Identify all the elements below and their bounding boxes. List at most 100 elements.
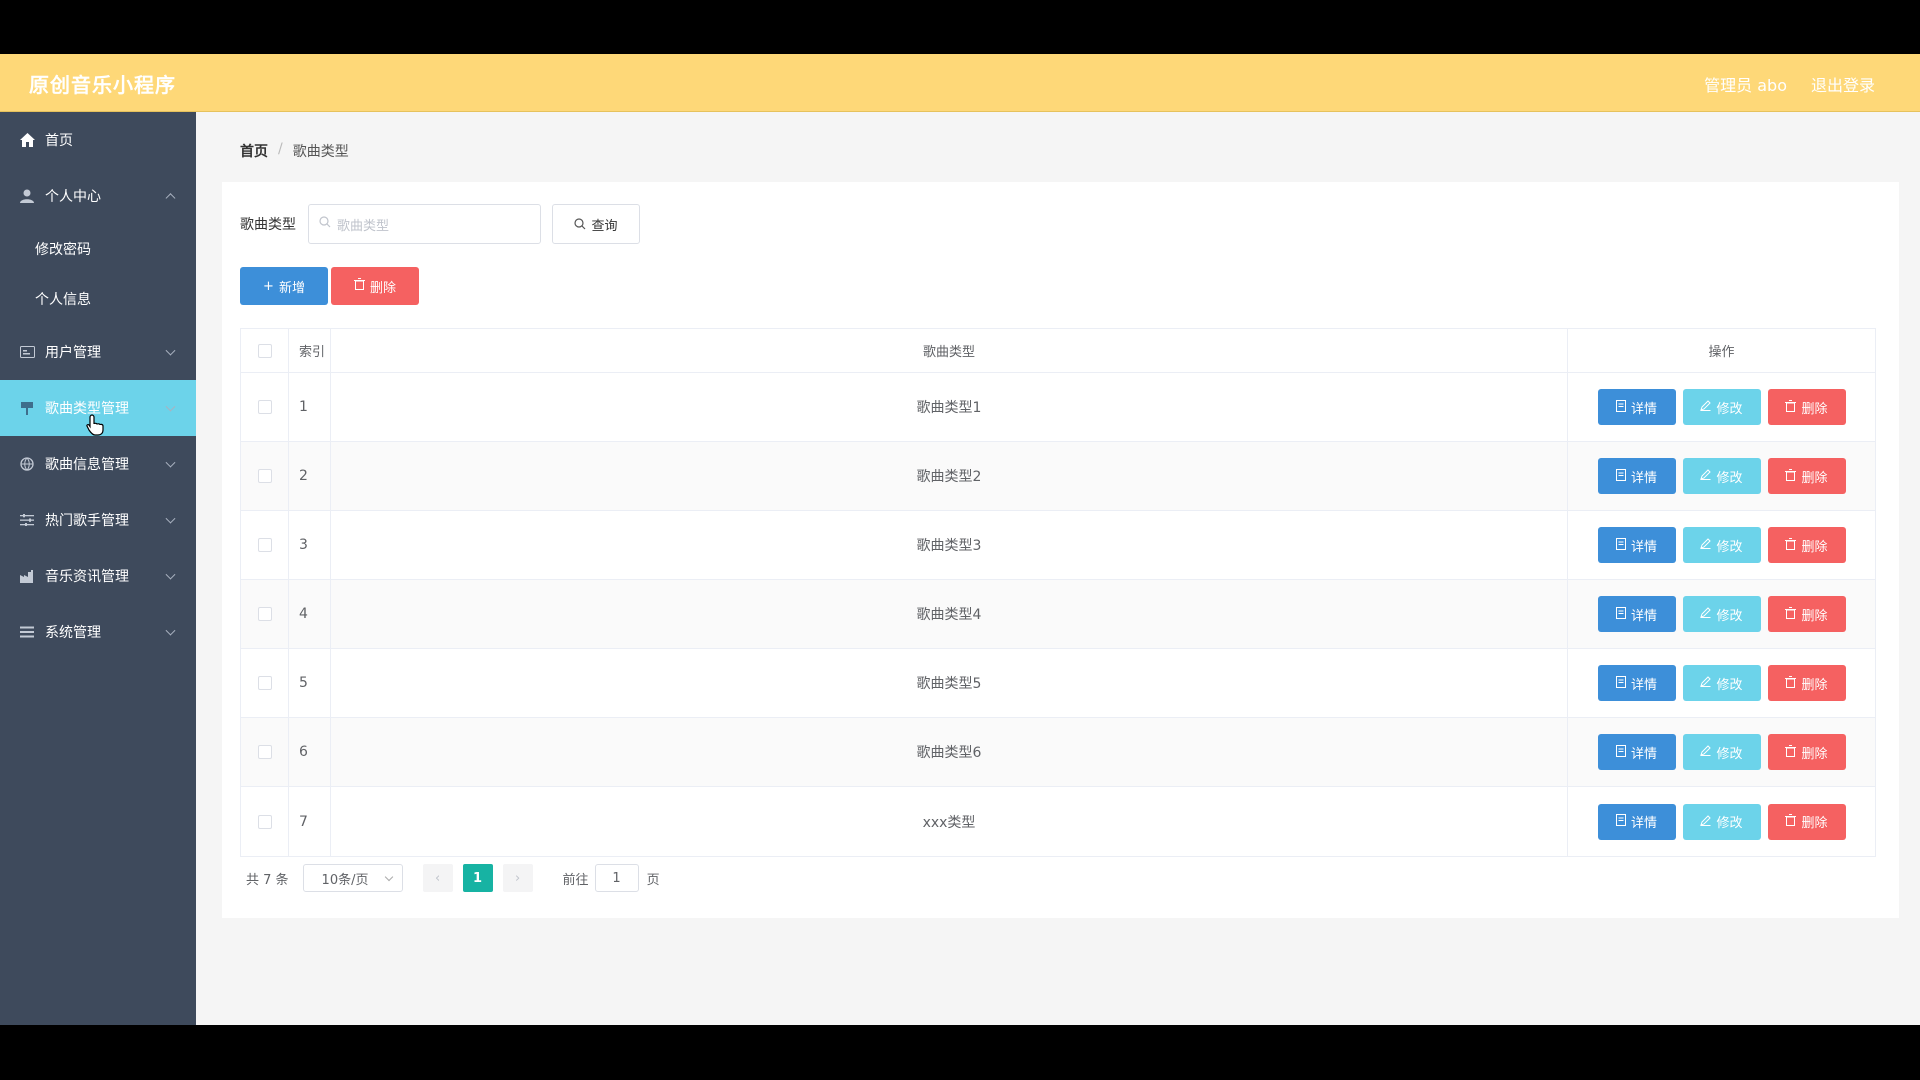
select-all-checkbox[interactable] <box>257 343 272 358</box>
table-row: 4 歌曲类型4 详情 修改 删除 <box>241 580 1875 649</box>
logout-link[interactable]: 退出登录 <box>1811 72 1875 96</box>
detail-button[interactable]: 详情 <box>1597 803 1676 840</box>
add-button[interactable]: + 新增 <box>240 267 328 305</box>
row-checkbox[interactable] <box>257 814 272 829</box>
sidebar-item-song-info-management[interactable]: 歌曲信息管理 <box>0 436 196 492</box>
detail-button[interactable]: 详情 <box>1597 596 1676 632</box>
row-actions: 详情 修改 删除 <box>1568 787 1875 856</box>
edit-button[interactable]: 修改 <box>1682 527 1761 563</box>
row-checkbox[interactable] <box>257 538 272 552</box>
delete-button-label: 删除 <box>1801 539 1828 555</box>
delete-button-label: 删除 <box>1801 401 1828 417</box>
delete-button[interactable]: 删除 <box>1767 389 1846 425</box>
header-type: 歌曲类型 <box>331 329 1568 372</box>
plus-icon: + <box>263 278 274 294</box>
row-song-type: 歌曲类型2 <box>331 442 1568 510</box>
sliders-icon <box>19 512 35 528</box>
row-checkbox[interactable] <box>257 676 272 690</box>
sidebar-item-music-news-management[interactable]: 音乐资讯管理 <box>0 548 196 604</box>
detail-button[interactable]: 详情 <box>1597 734 1676 770</box>
row-checkbox[interactable] <box>257 745 272 759</box>
row-checkbox[interactable] <box>257 607 272 621</box>
goto-page-input[interactable]: 1 <box>594 864 639 892</box>
prev-page-button[interactable]: ‹ <box>422 864 453 892</box>
chevron-down-icon <box>165 401 176 412</box>
row-checkbox-cell <box>241 718 289 786</box>
detail-button-label: 详情 <box>1630 401 1657 417</box>
trash-icon <box>1785 675 1797 691</box>
edit-button[interactable]: 修改 <box>1682 665 1761 701</box>
delete-button[interactable]: 删除 <box>1767 458 1846 494</box>
row-actions: 详情 修改 删除 <box>1568 580 1875 648</box>
delete-button-label: 删除 <box>1801 470 1828 486</box>
row-checkbox-cell <box>241 787 289 856</box>
trash-icon <box>353 278 365 294</box>
detail-button[interactable]: 详情 <box>1597 458 1676 494</box>
delete-button-label: 删除 <box>1801 746 1828 762</box>
edit-button[interactable]: 修改 <box>1682 734 1761 770</box>
page-unit-label: 页 <box>646 872 660 888</box>
trash-icon <box>1785 744 1797 760</box>
document-icon <box>1615 814 1626 829</box>
mouse-pointer-icon <box>86 414 104 440</box>
row-song-type: 歌曲类型3 <box>331 511 1568 579</box>
search-input[interactable]: 歌曲类型 <box>308 204 541 244</box>
row-actions: 详情 修改 删除 <box>1568 649 1875 717</box>
sidebar-subitem-change-password[interactable]: 修改密码 <box>0 224 196 274</box>
page-number-current[interactable]: 1 <box>462 864 493 892</box>
query-button[interactable]: 查询 <box>552 204 640 244</box>
breadcrumb-home[interactable]: 首页 <box>240 141 268 161</box>
row-index: 7 <box>289 787 331 856</box>
chevron-right-icon: › <box>514 870 521 886</box>
delete-button[interactable]: 删除 <box>1767 665 1846 701</box>
sidebar-subitem-personal-info[interactable]: 个人信息 <box>0 274 196 324</box>
row-actions: 详情 修改 删除 <box>1568 718 1875 786</box>
chevron-down-icon <box>384 872 393 882</box>
edit-button[interactable]: 修改 <box>1682 389 1761 425</box>
sidebar-item-system-management[interactable]: 系统管理 <box>0 604 196 660</box>
delete-button[interactable]: 删除 <box>1767 734 1846 770</box>
edit-button[interactable]: 修改 <box>1682 596 1761 632</box>
detail-button-label: 详情 <box>1630 677 1657 693</box>
app-title: 原创音乐小程序 <box>29 73 176 97</box>
sidebar-item-personal-center[interactable]: 个人中心 <box>0 168 196 224</box>
detail-button-label: 详情 <box>1630 608 1657 624</box>
delete-button[interactable]: 删除 <box>1767 803 1846 840</box>
batch-delete-button[interactable]: 删除 <box>331 267 419 305</box>
home-icon <box>19 132 35 148</box>
chevron-down-icon <box>165 513 176 524</box>
sidebar-item-user-management[interactable]: 用户管理 <box>0 324 196 380</box>
sidebar-item-label: 个人中心 <box>45 189 101 205</box>
sidebar-item-hot-singer-management[interactable]: 热门歌手管理 <box>0 492 196 548</box>
detail-button-label: 详情 <box>1630 746 1657 762</box>
document-icon <box>1615 468 1626 484</box>
admin-user-label[interactable]: 管理员 abo <box>1704 72 1787 96</box>
row-checkbox[interactable] <box>257 400 272 414</box>
sidebar-subitem-label: 个人信息 <box>35 292 91 308</box>
detail-button[interactable]: 详情 <box>1597 665 1676 701</box>
sidebar-item-home[interactable]: 首页 <box>0 112 196 168</box>
next-page-button[interactable]: › <box>502 864 533 892</box>
list-icon <box>19 624 35 640</box>
row-checkbox[interactable] <box>257 469 272 483</box>
sidebar-item-label: 首页 <box>45 133 73 149</box>
trash-icon <box>1785 537 1797 553</box>
add-button-label: 新增 <box>278 280 305 296</box>
trash-icon <box>1785 468 1797 484</box>
edit-button[interactable]: 修改 <box>1682 803 1761 840</box>
delete-button[interactable]: 删除 <box>1767 527 1846 563</box>
document-icon <box>1615 399 1626 415</box>
search-bar: 歌曲类型 歌曲类型 查询 <box>240 204 640 244</box>
detail-button[interactable]: 详情 <box>1597 527 1676 563</box>
table-row: 1 歌曲类型1 详情 修改 删除 <box>241 373 1875 442</box>
header-user-area: 管理员 abo 退出登录 <box>1704 72 1875 96</box>
page-size-value: 10条/页 <box>321 872 369 888</box>
page-size-select[interactable]: 10条/页 <box>302 864 403 892</box>
row-checkbox-cell <box>241 442 289 510</box>
factory-icon <box>19 568 35 584</box>
delete-button[interactable]: 删除 <box>1767 596 1846 632</box>
edit-button[interactable]: 修改 <box>1682 458 1761 494</box>
sidebar-item-label: 歌曲信息管理 <box>45 457 129 473</box>
sidebar-item-label: 系统管理 <box>45 625 101 641</box>
detail-button[interactable]: 详情 <box>1597 389 1676 425</box>
